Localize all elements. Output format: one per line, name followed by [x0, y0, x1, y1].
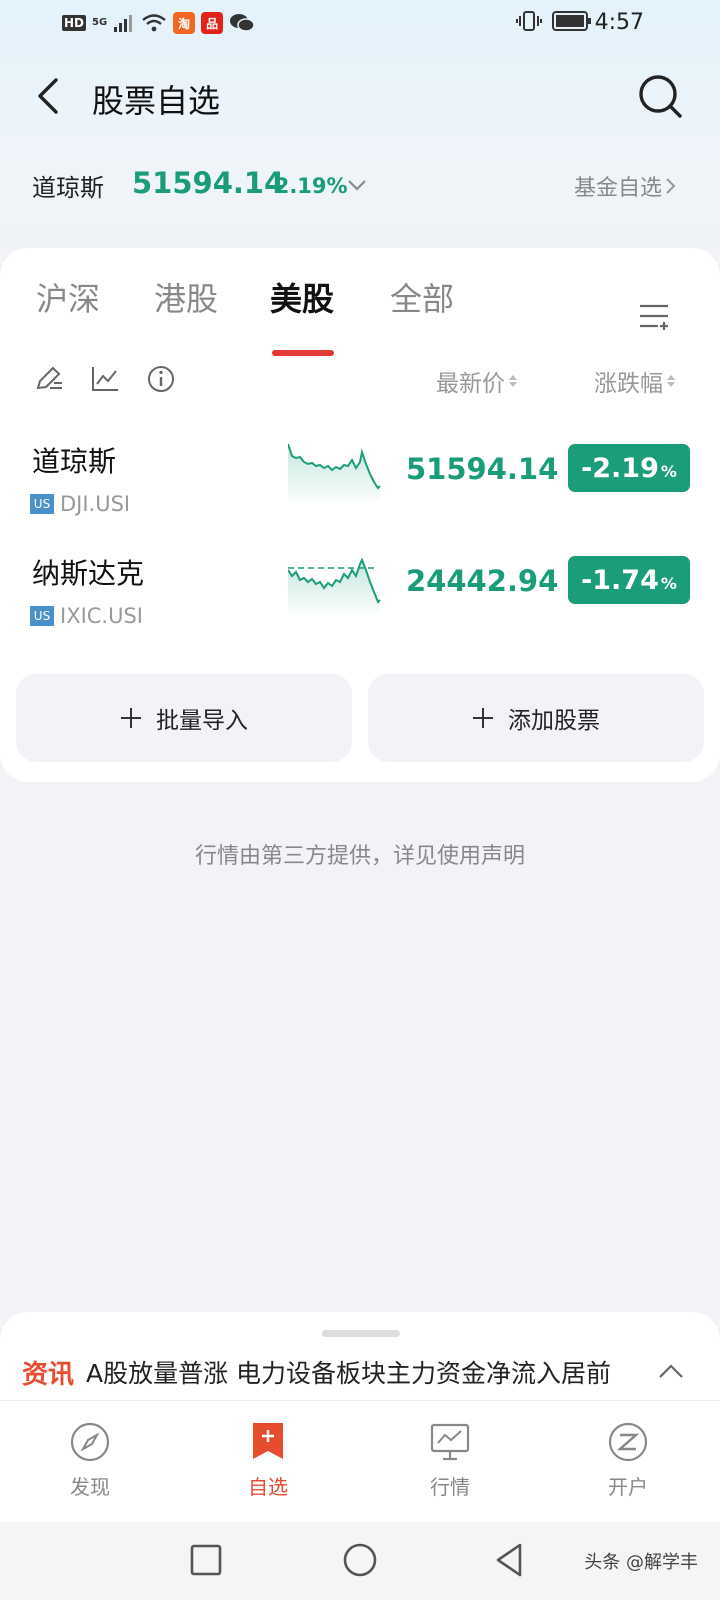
signal-icon — [114, 15, 133, 32]
change-header-label: 涨跌幅 — [594, 371, 663, 397]
add-stock-button[interactable]: 添加股票 — [368, 674, 704, 762]
price-column-header[interactable]: 最新价 — [436, 364, 517, 398]
status-bar: HD 5G 淘 品 4:57 — [0, 0, 720, 50]
trend-chart-icon[interactable] — [90, 364, 120, 394]
vibrate-icon — [516, 11, 542, 31]
app-header: 股票自选 — [0, 64, 720, 130]
market-badge: US — [30, 494, 54, 514]
sort-icon — [509, 375, 517, 387]
stock-code: US IXIC.USI — [30, 604, 143, 628]
chevron-right-icon — [666, 178, 676, 194]
back-triangle-icon[interactable] — [490, 1540, 530, 1580]
news-sheet[interactable]: 资讯 A股放量普涨 电力设备板块主力资金净流入居前 — [0, 1312, 720, 1400]
percent-sign: % — [660, 573, 677, 593]
drag-handle[interactable] — [322, 1330, 400, 1337]
page-title: 股票自选 — [92, 82, 221, 120]
add-stock-label: 添加股票 — [508, 708, 600, 734]
plus-icon — [121, 708, 141, 728]
tab-hk-stocks[interactable]: 港股 — [154, 274, 218, 320]
stock-price: 24442.94 — [406, 564, 559, 598]
home-circle-icon[interactable] — [340, 1540, 380, 1580]
nav-label: 发现 — [70, 1475, 110, 1499]
bookmark-plus-icon — [253, 1423, 283, 1459]
list-tools — [34, 364, 176, 394]
compass-icon — [70, 1422, 110, 1462]
data-disclaimer[interactable]: 行情由第三方提供，详见使用声明 — [0, 838, 720, 870]
nav-open-account[interactable]: 开户 — [568, 1421, 688, 1500]
change-badge[interactable]: -1.74% — [568, 556, 690, 604]
system-navigation-bar: 头条 @解学丰 — [0, 1522, 720, 1600]
index-change: -2.19% — [266, 174, 348, 198]
chevron-down-icon[interactable] — [346, 174, 368, 196]
stock-name: 道琼斯 — [32, 445, 117, 478]
chevron-up-icon[interactable] — [658, 1362, 684, 1380]
wifi-icon — [142, 14, 166, 32]
nav-watchlist[interactable]: 自选 — [208, 1421, 328, 1500]
bottom-navigation: 发现 自选 行情 开户 — [0, 1400, 720, 1522]
stock-code-text: DJI.USI — [60, 492, 131, 516]
fund-watchlist-link[interactable]: 基金自选 — [574, 170, 678, 202]
info-icon[interactable] — [146, 364, 176, 394]
back-arrow-icon[interactable] — [30, 76, 70, 116]
battery-icon — [552, 11, 591, 31]
nav-label: 行情 — [430, 1475, 470, 1499]
nav-market[interactable]: 行情 — [390, 1421, 510, 1500]
nav-discover[interactable]: 发现 — [30, 1421, 150, 1500]
sort-icon — [667, 375, 675, 387]
percent-sign: % — [660, 461, 677, 481]
tab-all[interactable]: 全部 — [390, 274, 454, 320]
index-price: 51594.14 — [132, 166, 285, 200]
batch-import-label: 批量导入 — [156, 708, 248, 734]
market-tabs: 沪深 港股 美股 全部 — [0, 270, 720, 356]
pinduoduo-app-icon: 品 — [201, 12, 224, 34]
market-badge: US — [30, 606, 54, 626]
change-column-header[interactable]: 涨跌幅 — [594, 364, 675, 398]
tab-us-stocks[interactable]: 美股 — [270, 274, 334, 320]
fund-link-label: 基金自选 — [573, 176, 662, 201]
index-ticker-bar[interactable]: 道琼斯 51594.14 -2.19% 基金自选 — [0, 160, 720, 210]
stock-code: US DJI.USI — [30, 492, 130, 516]
stock-code-text: IXIC.USI — [60, 604, 144, 628]
manage-list-icon[interactable] — [638, 300, 672, 334]
sparkline-chart — [288, 557, 381, 614]
news-headline[interactable]: A股放量普涨 电力设备板块主力资金净流入居前 — [86, 1354, 611, 1390]
clock: 4:57 — [594, 10, 644, 35]
plus-icon — [473, 708, 493, 728]
hd-indicator: HD — [62, 15, 87, 31]
edit-icon[interactable] — [34, 364, 64, 394]
news-tag: 资讯 — [22, 1360, 75, 1390]
tab-a-shares[interactable]: 沪深 — [36, 274, 100, 320]
active-tab-indicator — [272, 350, 334, 356]
nav-label: 开户 — [608, 1475, 648, 1499]
change-value: -2.19 — [581, 452, 659, 484]
change-badge[interactable]: -2.19% — [568, 444, 690, 492]
open-account-icon — [608, 1422, 648, 1462]
stock-row-dji[interactable]: 道琼斯 US DJI.USI 51594.14 -2.19% — [0, 428, 720, 538]
batch-import-button[interactable]: 批量导入 — [16, 674, 352, 762]
stock-row-ixic[interactable]: 纳斯达克 US IXIC.USI 24442.94 -1.74% — [0, 540, 720, 650]
recents-square-icon[interactable] — [186, 1540, 226, 1580]
network-type: 5G — [92, 17, 108, 28]
index-name: 道琼斯 — [32, 174, 104, 202]
search-icon[interactable] — [636, 72, 684, 120]
watchlist-card: 沪深 港股 美股 全部 最新价 涨跌幅 道琼斯 US DJI.USI 51594… — [0, 248, 720, 782]
taobao-app-icon: 淘 — [173, 12, 196, 34]
change-value: -1.74 — [581, 564, 659, 596]
price-header-label: 最新价 — [436, 371, 505, 397]
wechat-icon — [230, 14, 255, 32]
watermark: 头条 @解学丰 — [584, 1552, 698, 1573]
market-chart-icon — [430, 1423, 470, 1461]
stock-price: 51594.14 — [406, 452, 559, 486]
sparkline-chart — [288, 444, 381, 502]
nav-label: 自选 — [248, 1475, 288, 1499]
stock-name: 纳斯达克 — [32, 557, 145, 590]
